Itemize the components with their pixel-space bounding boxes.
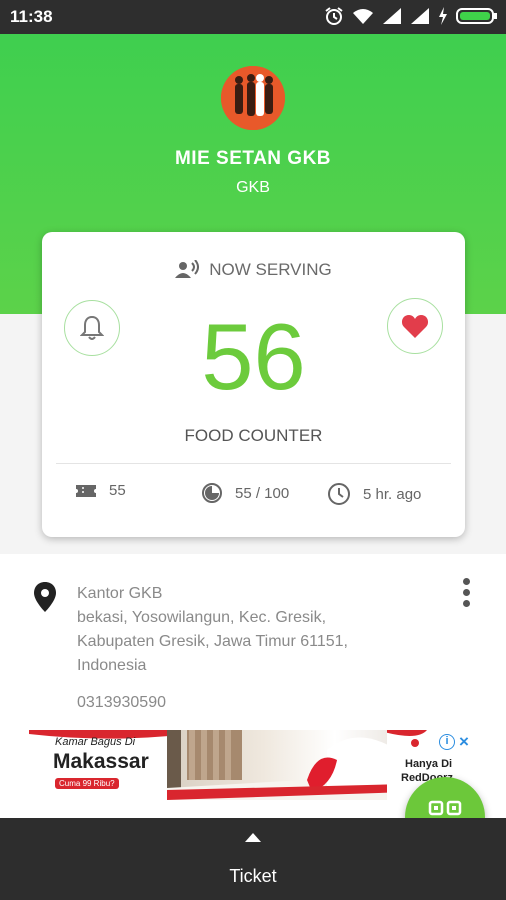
ticket-bottom-bar[interactable]: Ticket bbox=[0, 818, 506, 900]
phone-number[interactable]: 0313930590 bbox=[77, 694, 166, 712]
address-line-2: Kabupaten Gresik, Jawa Timur 61151, bbox=[77, 633, 348, 650]
ad-room-image bbox=[167, 730, 407, 800]
ticket-count-value: 55 bbox=[109, 482, 126, 499]
more-options-icon[interactable] bbox=[460, 578, 472, 612]
location-name: Kantor GKB bbox=[77, 585, 163, 602]
now-serving-header: NOW SERVING bbox=[42, 260, 465, 280]
progress-stat: 55 / 100 bbox=[201, 482, 289, 504]
alarm-icon bbox=[325, 7, 343, 25]
charging-icon bbox=[439, 7, 447, 25]
ticket-count-stat: 55 bbox=[75, 482, 126, 499]
ad-city: Makassar bbox=[53, 750, 149, 773]
signal-icon bbox=[383, 8, 401, 24]
ticket-icon bbox=[76, 484, 96, 497]
ad-price: Cuma 99 Ribu? bbox=[55, 778, 119, 789]
shop-name: MIE SETAN GKB bbox=[174, 148, 332, 169]
ticket-label: Ticket bbox=[229, 866, 277, 886]
ad-headline: Kamar Bagus Di bbox=[55, 736, 136, 748]
progress-pie-icon bbox=[202, 483, 222, 503]
address-line-3: Indonesia bbox=[77, 657, 147, 674]
address-line-1: bekasi, Yosowilangun, Kec. Gresik, bbox=[77, 609, 327, 626]
shop-logo bbox=[221, 66, 285, 130]
ad-info-icon[interactable]: i bbox=[439, 734, 455, 750]
status-time: 11:38 bbox=[10, 7, 53, 26]
card-divider bbox=[56, 463, 451, 464]
expand-up-icon bbox=[245, 833, 261, 842]
ad-close-icon[interactable]: × bbox=[459, 732, 469, 752]
wifi-icon bbox=[353, 9, 373, 24]
address-block: Kantor GKB bekasi, Yosowilangun, Kec. Gr… bbox=[77, 582, 348, 678]
time-ago-stat: 5 hr. ago bbox=[327, 482, 421, 506]
serving-number: 56 bbox=[201, 304, 306, 409]
now-serving-card: NOW SERVING 56 FOOD COUNTER 55 55 / 100 bbox=[42, 232, 465, 537]
battery-icon bbox=[456, 8, 497, 24]
shop-subtitle: GKB bbox=[236, 179, 270, 196]
location-section: Kantor GKB bekasi, Yosowilangun, Kec. Gr… bbox=[0, 554, 506, 729]
time-ago-value: 5 hr. ago bbox=[363, 485, 422, 503]
status-bar: 11:38 bbox=[0, 0, 506, 34]
ad-left-panel: Kamar Bagus Di Makassar Cuma 99 Ribu? bbox=[29, 730, 169, 800]
signal-2-icon bbox=[411, 8, 429, 24]
clock-icon bbox=[328, 483, 350, 505]
speaker-person-icon bbox=[175, 260, 200, 278]
status-icons bbox=[324, 6, 498, 26]
now-serving-label: NOW SERVING bbox=[209, 260, 332, 279]
location-pin-icon bbox=[34, 582, 56, 612]
progress-value: 55 / 100 bbox=[235, 484, 290, 502]
ad-right-line-1: Hanya Di bbox=[405, 758, 453, 770]
counter-label: FOOD COUNTER bbox=[184, 426, 323, 445]
ad-banner[interactable]: Kamar Bagus Di Makassar Cuma 99 Ribu? i … bbox=[29, 730, 477, 800]
